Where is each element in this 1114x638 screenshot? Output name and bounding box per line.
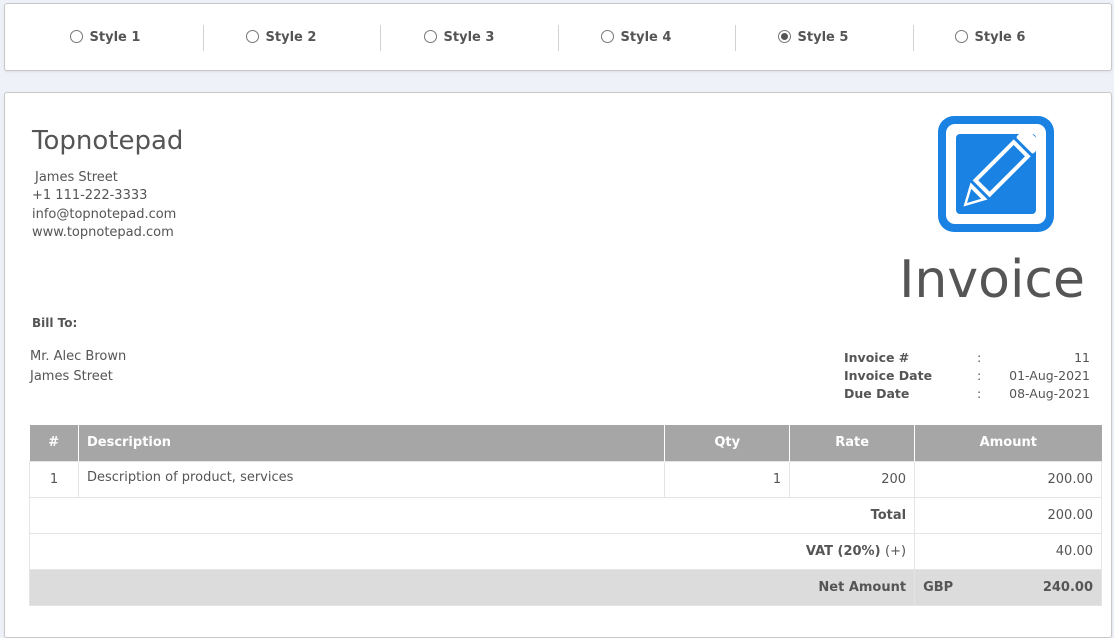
radio-style-2[interactable]	[245, 29, 259, 43]
invoice-meta: Invoice # : 11 Invoice Date : 01-Aug-202…	[844, 350, 1090, 404]
total-row: Total 200.00	[28, 496, 1102, 534]
header-amount: Amount	[914, 425, 1102, 461]
net-amount-row: Net Amount GBP 240.00	[28, 568, 1102, 606]
invoice-date-label: Invoice Date	[844, 368, 933, 383]
client-name: Mr. Alec Brown	[30, 349, 127, 364]
net-amount-value: 240.00	[1042, 579, 1093, 595]
invoice-date-row: Invoice Date : 01-Aug-2021	[844, 368, 1090, 386]
company-email: info@topnotepad.com	[32, 206, 177, 222]
style-option-label: Style 1	[89, 29, 141, 45]
colon: :	[977, 368, 982, 383]
header-rate: Rate	[789, 425, 916, 461]
client-address: James Street	[30, 369, 113, 384]
style-option-6[interactable]: Style 6	[890, 4, 1090, 70]
invoice-number-label: Invoice #	[844, 350, 910, 365]
vat-label-cell: VAT (20%) (+)	[28, 532, 916, 570]
company-phone: +1 111-222-3333	[32, 188, 148, 204]
invoice-number-row: Invoice # : 11	[844, 350, 1090, 368]
style-selector-bar: Style 1 Style 2 Style 3 Style 4 Style 5 …	[4, 3, 1112, 71]
vat-value: 40.00	[914, 532, 1102, 570]
company-details: James Street +1 111-222-3333 info@topnot…	[32, 169, 176, 242]
radio-style-5[interactable]	[777, 29, 791, 43]
style-option-label: Style 4	[620, 29, 672, 45]
due-date-value: 08-Aug-2021	[1009, 386, 1090, 401]
due-date-row: Due Date : 08-Aug-2021	[844, 386, 1090, 404]
company-website: www.topnotepad.com	[32, 224, 174, 240]
company-name: Topnotepad	[32, 126, 184, 156]
row-qty: 1	[664, 460, 791, 498]
vat-sign: (+)	[885, 543, 907, 559]
net-amount-label: Net Amount	[28, 568, 916, 606]
style-option-4[interactable]: Style 4	[536, 4, 736, 70]
table-row: 1 Description of product, services 1 200…	[29, 460, 1102, 498]
vat-label: VAT (20%)	[805, 543, 881, 559]
invoice-title: Invoice	[899, 250, 1085, 310]
row-num: 1	[29, 460, 79, 498]
radio-style-4[interactable]	[600, 29, 614, 43]
total-value: 200.00	[914, 496, 1102, 534]
colon: :	[977, 350, 982, 365]
radio-style-1[interactable]	[69, 29, 83, 43]
invoice-panel: Topnotepad James Street +1 111-222-3333 …	[4, 92, 1112, 638]
currency-code: GBP	[923, 579, 954, 595]
radio-style-6[interactable]	[954, 29, 968, 43]
radio-style-3[interactable]	[423, 29, 437, 43]
style-option-1[interactable]: Style 1	[5, 4, 205, 70]
colon: :	[977, 386, 982, 401]
bill-to-label: Bill To:	[32, 316, 78, 330]
invoice-date-value: 01-Aug-2021	[1009, 368, 1090, 383]
header-qty: Qty	[664, 425, 791, 461]
vat-row: VAT (20%) (+) 40.00	[28, 532, 1102, 570]
row-description: Description of product, services	[77, 460, 666, 498]
header-description: Description	[78, 425, 666, 461]
style-option-label: Style 3	[443, 29, 495, 45]
header-num: #	[29, 425, 79, 461]
style-option-5[interactable]: Style 5	[713, 4, 913, 70]
style-option-3[interactable]: Style 3	[359, 4, 559, 70]
table-header-row: # Description Qty Rate Amount	[29, 425, 1102, 461]
due-date-label: Due Date	[844, 386, 910, 401]
net-amount-cell: GBP 240.00	[914, 568, 1102, 606]
line-items-table: # Description Qty Rate Amount 1 Descript…	[28, 425, 1102, 606]
pencil-square-icon	[938, 116, 1054, 232]
total-label: Total	[28, 496, 916, 534]
bill-to-details: Mr. Alec Brown James Street	[30, 347, 126, 387]
style-option-label: Style 2	[265, 29, 317, 45]
invoice-number-value: 11	[1074, 350, 1090, 365]
row-rate: 200	[789, 460, 916, 498]
row-amount: 200.00	[914, 460, 1102, 498]
style-option-label: Style 5	[797, 29, 849, 45]
style-option-label: Style 6	[974, 29, 1026, 45]
style-option-2[interactable]: Style 2	[181, 4, 381, 70]
company-address: James Street	[35, 170, 118, 185]
